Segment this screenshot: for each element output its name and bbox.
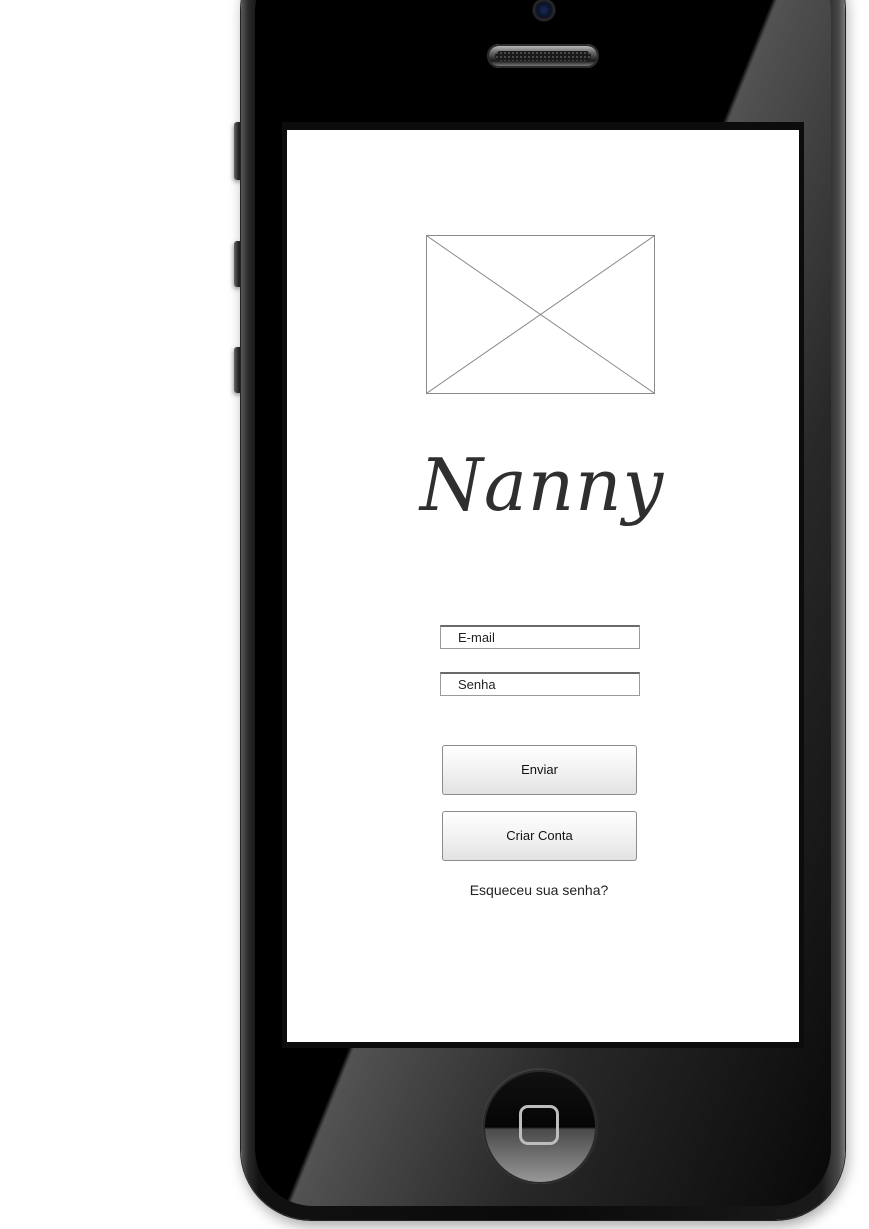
password-field[interactable]	[440, 672, 640, 696]
email-field[interactable]	[440, 625, 640, 649]
submit-button[interactable]: Enviar	[442, 745, 637, 795]
email-input[interactable]	[441, 627, 639, 648]
password-input[interactable]	[441, 674, 639, 695]
create-account-button[interactable]: Criar Conta	[442, 811, 637, 861]
stage: Nanny Enviar Criar Conta Esqueceu sua se…	[0, 0, 869, 1229]
home-square-icon	[519, 1105, 559, 1145]
image-placeholder	[426, 235, 655, 394]
speaker-grill	[495, 51, 591, 61]
app-screen: Nanny Enviar Criar Conta Esqueceu sua se…	[287, 130, 799, 1042]
home-button[interactable]	[483, 1070, 597, 1184]
image-placeholder-icon	[427, 236, 654, 393]
speaker-icon	[487, 44, 599, 68]
forgot-password-link[interactable]: Esqueceu sua senha?	[387, 882, 691, 898]
app-logo: Nanny	[419, 443, 665, 527]
